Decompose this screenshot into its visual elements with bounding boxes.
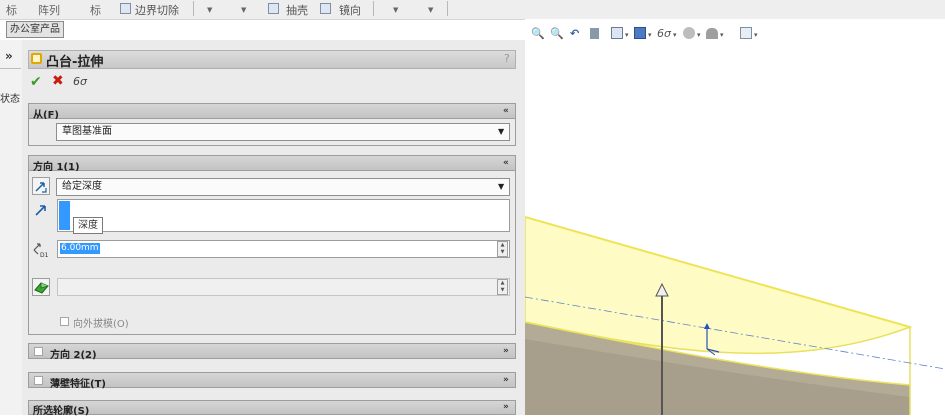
chevron-down-icon[interactable]: ▼ [393, 6, 398, 14]
direction-reference-list[interactable] [57, 199, 510, 232]
detailed-preview-icon[interactable]: 6σ [73, 75, 87, 88]
depth-dimension-label: D1 [40, 252, 49, 259]
depth-tooltip: 深度 [73, 217, 103, 234]
divider [0, 68, 21, 69]
direction2-checkbox[interactable] [34, 347, 43, 356]
mirror-icon[interactable] [320, 3, 331, 14]
direction1-group-header[interactable]: 方向 1(1) « [28, 155, 516, 173]
mirror-button[interactable]: 镜向 [339, 2, 361, 18]
thin-feature-group-title: 薄壁特征(T) [50, 379, 106, 390]
toolbar-partial-label[interactable]: 标 [6, 2, 17, 18]
from-select-value: 草图基准面 [62, 126, 112, 137]
depth-input[interactable]: 6.00mm ▲ ▼ [57, 240, 510, 258]
shell-button[interactable]: 抽壳 [286, 2, 308, 18]
end-condition-select[interactable]: 给定深度 ▼ [56, 178, 510, 196]
command-toolbar: 标 阵列 标 边界切除 ▼ ▼ 抽壳 镜向 ▼ ▼ [0, 0, 945, 20]
end-condition-value: 给定深度 [62, 181, 102, 192]
collapse-chevron-icon[interactable]: « [503, 106, 509, 116]
extrude-feature-icon [31, 53, 42, 64]
chevron-down-icon[interactable]: ▼ [207, 6, 212, 14]
model-preview[interactable] [525, 19, 945, 415]
depth-spin-button[interactable]: ▲ ▼ [497, 241, 508, 257]
chevron-down-icon[interactable]: ▼ [241, 6, 246, 14]
collapse-chevron-icon[interactable]: « [503, 158, 509, 168]
draft-spin-button[interactable]: ▲ ▼ [497, 279, 508, 295]
chevron-down-icon[interactable]: ▼ [498, 124, 504, 140]
toolbar-separator [447, 1, 448, 16]
toolbar-separator [193, 1, 194, 16]
expand-chevron-icon[interactable]: » [503, 346, 509, 356]
extrude-top-face [525, 216, 913, 355]
depth-input-value: 6.00mm [60, 243, 100, 254]
status-label: 状态 [0, 94, 20, 105]
active-selection-indicator [59, 201, 70, 230]
boundary-cut-icon[interactable] [120, 3, 131, 14]
draft-outward-label: 向外拔模(O) [73, 319, 129, 330]
draft-toggle-button[interactable] [32, 278, 50, 296]
tab-office-products[interactable]: 办公室产品 [6, 21, 64, 38]
chevron-down-icon[interactable]: ▼ [498, 179, 504, 195]
toolbar-partial-label-2[interactable]: 标 [90, 2, 101, 18]
direction-vector-icon[interactable] [34, 203, 48, 217]
direction2-group-title: 方向 2(2) [50, 350, 97, 361]
collapse-button[interactable]: » [5, 49, 13, 63]
toolbar-pattern-label[interactable]: 阵列 [38, 2, 60, 18]
expand-chevron-icon[interactable]: » [503, 402, 509, 412]
draft-angle-input[interactable]: ▲ ▼ [57, 278, 510, 296]
toolbar-separator [373, 1, 374, 16]
draft-outward-checkbox[interactable] [60, 317, 69, 326]
shell-icon[interactable] [268, 3, 279, 14]
ok-check-icon[interactable]: ✔ [30, 74, 42, 90]
boundary-cut-button[interactable]: 边界切除 [135, 2, 179, 18]
reverse-direction-button[interactable] [32, 177, 50, 195]
cancel-x-icon[interactable]: ✖ [52, 73, 64, 89]
help-icon[interactable]: ? [504, 52, 510, 65]
selected-contours-group-header[interactable]: 所选轮廓(S) » [28, 400, 516, 417]
draft-icon [34, 282, 49, 294]
reverse-direction-icon [35, 182, 47, 193]
from-group-header[interactable]: 从(F) « [28, 103, 516, 121]
thin-feature-checkbox[interactable] [34, 376, 43, 385]
thin-feature-group-header[interactable]: 薄壁特征(T) » [28, 372, 516, 390]
chevron-down-icon[interactable]: ▼ [428, 6, 433, 14]
direction2-group-header[interactable]: 方向 2(2) » [28, 343, 516, 361]
property-manager-title: 凸台-拉伸 [46, 55, 104, 70]
from-select[interactable]: 草图基准面 ▼ [56, 123, 510, 141]
expand-chevron-icon[interactable]: » [503, 375, 509, 385]
